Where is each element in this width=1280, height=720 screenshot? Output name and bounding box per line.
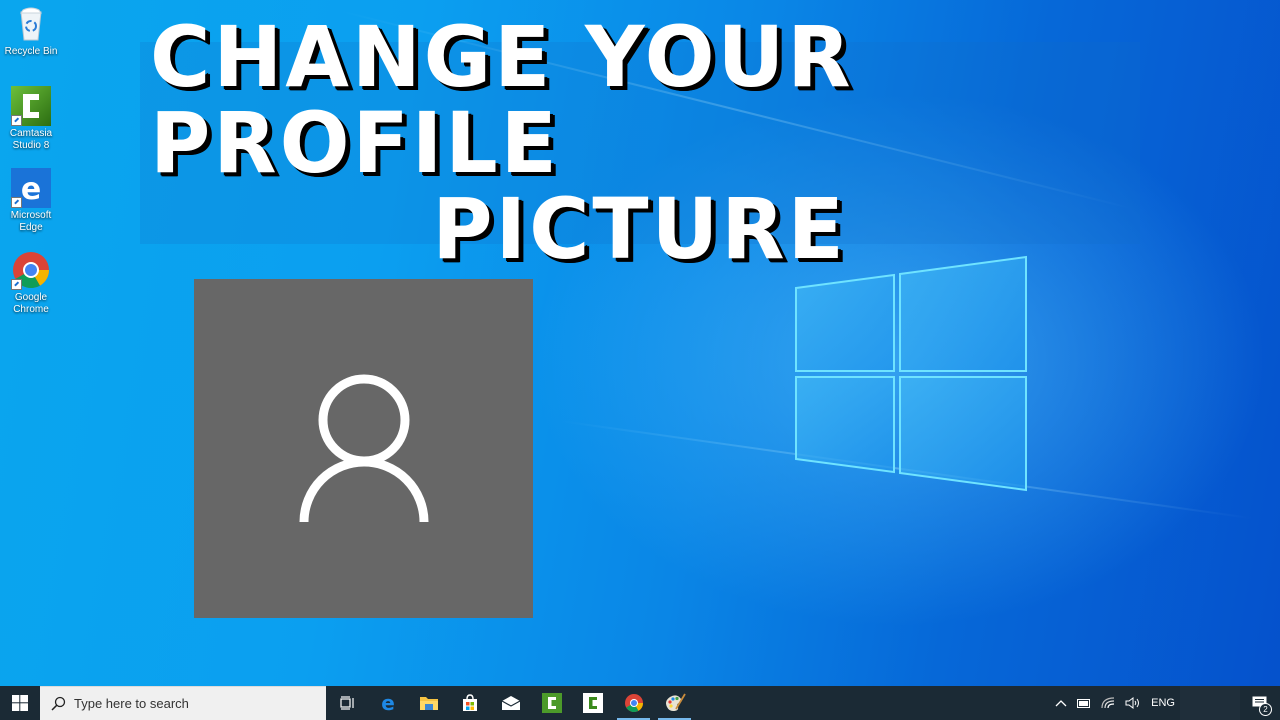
taskbar-camtasia-recorder[interactable] (572, 686, 613, 720)
speaker-icon (1125, 697, 1140, 709)
camtasia-icon (11, 86, 51, 126)
camtasia-recorder-icon (582, 693, 603, 713)
taskbar-file-explorer[interactable] (408, 686, 449, 720)
start-button[interactable] (0, 686, 40, 720)
store-icon (462, 694, 477, 711)
person-icon (299, 374, 429, 523)
show-hidden-icons-button[interactable] (1050, 686, 1072, 720)
title-banner: CHANGE YOUR PROFILE PICTURE (140, 14, 1140, 272)
desktop-icon-label: Recycle Bin (4, 46, 58, 57)
camtasia-icon (541, 693, 562, 713)
taskbar-camtasia-studio[interactable] (531, 686, 572, 720)
input-language-button[interactable]: ENG (1146, 686, 1180, 720)
taskbar-mail[interactable] (490, 686, 531, 720)
profile-picture[interactable] (194, 279, 533, 618)
paint-palette-icon (665, 693, 686, 711)
folder-icon (419, 697, 438, 710)
recycle-bin-icon (11, 4, 51, 44)
chrome-icon (624, 694, 643, 713)
banner-title-line-1: CHANGE YOUR PROFILE (150, 8, 854, 192)
edge-icon: e (381, 693, 395, 713)
taskbar-paint[interactable] (654, 686, 695, 720)
taskbar-task-view[interactable] (326, 686, 367, 720)
desktop-icon-recycle-bin[interactable]: Recycle Bin (4, 4, 58, 58)
taskbar-search[interactable] (40, 686, 326, 720)
action-center-button[interactable]: 2 (1240, 686, 1280, 720)
edge-icon: e (11, 168, 51, 208)
taskbar: e (0, 686, 1280, 720)
taskbar-microsoft-store[interactable] (449, 686, 490, 720)
mail-icon (501, 696, 520, 710)
wifi-icon (1101, 697, 1115, 709)
battery-icon (1077, 698, 1091, 708)
desktop-icon-microsoft-edge[interactable]: e Microsoft Edge (4, 168, 58, 234)
search-input[interactable] (74, 696, 304, 711)
chrome-icon (11, 250, 51, 290)
taskbar-chrome[interactable] (613, 686, 654, 720)
chevron-up-icon (1055, 700, 1067, 707)
svg-text:e: e (21, 172, 41, 207)
shortcut-arrow-icon (11, 279, 22, 290)
desktop-icon-label: Google Chrome (13, 292, 49, 315)
desktop-icon-camtasia-studio[interactable]: Camtasia Studio 8 (4, 86, 58, 152)
clock-area[interactable] (1180, 686, 1240, 720)
taskbar-edge[interactable]: e (367, 686, 408, 720)
system-tray: ENG 2 (1050, 686, 1280, 720)
notification-count-badge: 2 (1259, 703, 1272, 716)
search-icon (51, 696, 66, 711)
svg-text:e: e (381, 693, 395, 713)
volume-button[interactable] (1120, 686, 1146, 720)
desktop-icon-google-chrome[interactable]: Google Chrome (4, 250, 58, 316)
banner-title-line-2: PICTURE (432, 180, 848, 278)
task-view-icon (339, 696, 354, 710)
windows-logo-wallpaper-icon (790, 250, 1035, 500)
shortcut-arrow-icon (11, 115, 22, 126)
desktop-icon-label: Camtasia Studio 8 (9, 128, 53, 151)
desktop-icon-label: Microsoft Edge (10, 210, 52, 233)
network-button[interactable] (1096, 686, 1120, 720)
shortcut-arrow-icon (11, 197, 22, 208)
battery-button[interactable] (1072, 686, 1096, 720)
windows-logo-icon (12, 695, 28, 711)
